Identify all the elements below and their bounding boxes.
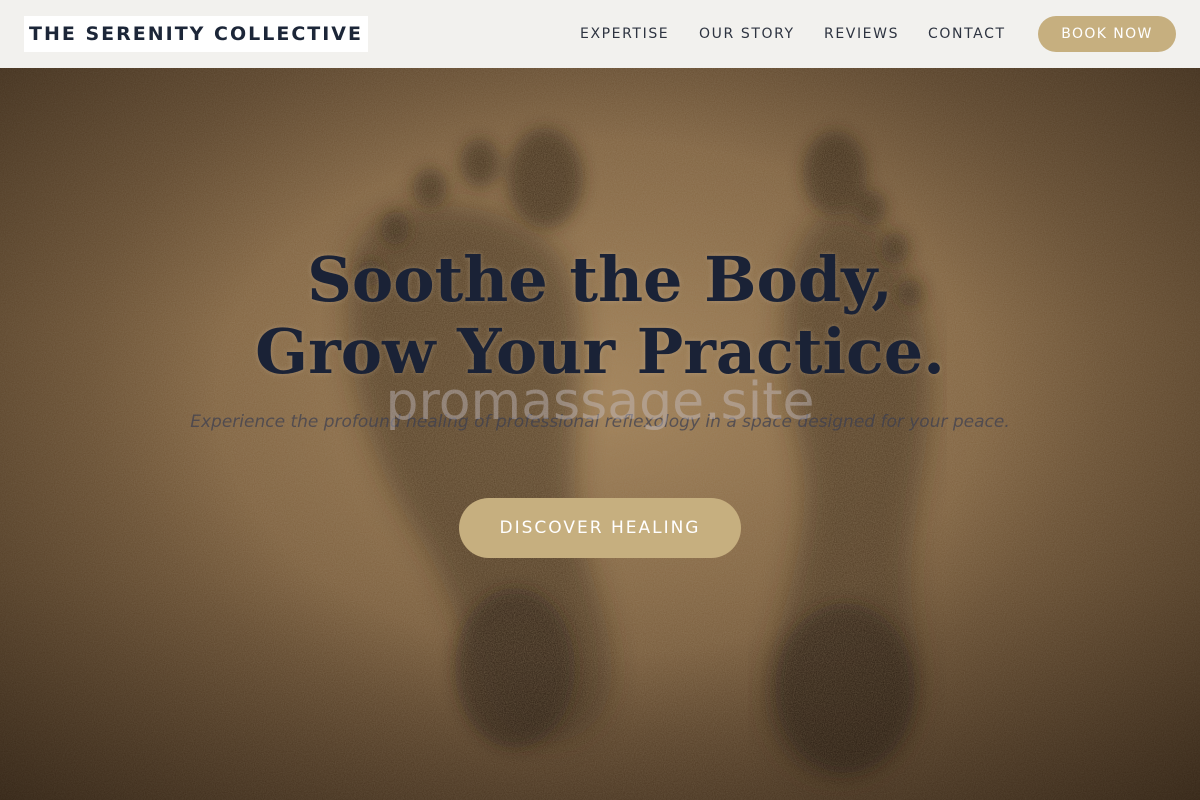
hero-headline-line2: Grow Your Practice. xyxy=(255,315,945,388)
hero-headline-line1: Soothe the Body, xyxy=(307,243,893,316)
nav-link-contact[interactable]: CONTACT xyxy=(928,24,1006,44)
site-header: THE SERENITY COLLECTIVE EXPERTISE OUR ST… xyxy=(0,0,1200,68)
book-now-button[interactable]: BOOK NOW xyxy=(1038,16,1176,52)
site-logo[interactable]: THE SERENITY COLLECTIVE xyxy=(24,16,368,52)
nav-link-our-story[interactable]: OUR STORY xyxy=(699,24,795,44)
nav-link-expertise[interactable]: EXPERTISE xyxy=(580,24,669,44)
hero-subtitle: Experience the profound healing of profe… xyxy=(190,412,1010,432)
hero-headline: Soothe the Body, Grow Your Practice. xyxy=(100,244,1100,388)
nav-link-reviews[interactable]: REVIEWS xyxy=(824,24,899,44)
discover-healing-button[interactable]: DISCOVER HEALING xyxy=(459,498,741,558)
hero-section: Soothe the Body, Grow Your Practice. Exp… xyxy=(0,68,1200,800)
